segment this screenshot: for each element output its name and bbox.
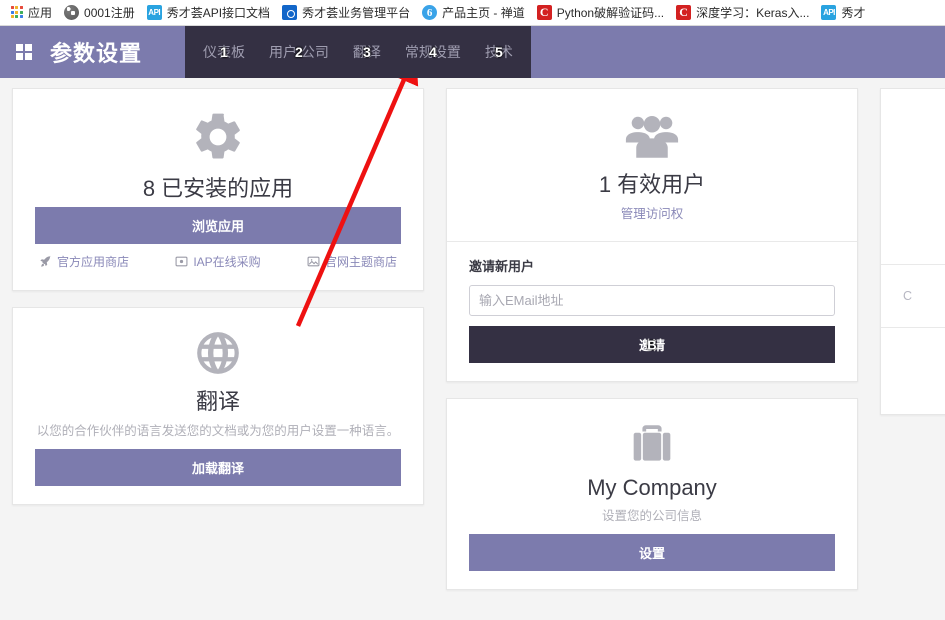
users-body: 1 有效用户 管理访问权	[447, 89, 857, 241]
bookmark-label: 秀才荟API接口文档	[166, 5, 271, 20]
nav-item-general-settings[interactable]: 常规设置 4	[393, 26, 473, 78]
main-content: 8 已安装的应用 浏览应用 官方应用商店 IAP在线采购 官网主题商店 翻译 以…	[0, 78, 945, 620]
nav-item-technical[interactable]: 技术 5	[473, 26, 525, 78]
installed-apps-card: 8 已安装的应用 浏览应用 官方应用商店 IAP在线采购 官网主题商店	[12, 88, 424, 291]
invite-section: 邀请新用户 邀请 B	[447, 242, 857, 381]
nav-item-dashboard[interactable]: 仪表板 1	[191, 26, 257, 78]
iap-purchase-link[interactable]: IAP在线采购	[175, 253, 261, 270]
csdn-icon: C	[536, 5, 552, 20]
bookmark-api-doc[interactable]: API 秀才荟API接口文档	[143, 2, 278, 24]
company-subtitle: 设置您的公司信息	[601, 509, 702, 523]
social-partial-text: C	[903, 289, 913, 303]
bookmark-business-platform[interactable]: 秀才荟业务管理平台	[278, 2, 418, 24]
browse-apps-button[interactable]: 浏览应用	[35, 207, 401, 244]
users-card: 1 有效用户 管理访问权 邀请新用户 邀请 B	[446, 88, 858, 382]
nav-item-label: 用户 公司	[269, 44, 329, 60]
social-text-area: C	[881, 265, 945, 327]
link-label: 官网主题商店	[324, 255, 397, 269]
nav-item-label: 翻译	[352, 44, 381, 60]
browser-bookmarks-bar: 应用 0001注册 API 秀才荟API接口文档 秀才荟业务管理平台 产品主页 …	[0, 0, 945, 26]
users-title: 1 有效用户	[598, 172, 706, 197]
link-label: 官方应用商店	[57, 255, 130, 269]
link-label: IAP在线采购	[193, 255, 261, 269]
translate-body: 翻译 以您的合作伙伴的语言发送您的文档或为您的用户设置一种语言。 加载翻译	[13, 308, 423, 504]
bookmark-label: 秀才	[841, 5, 866, 20]
company-settings-button[interactable]: 设置	[469, 534, 835, 571]
bookmark-zentao[interactable]: 产品主页 - 禅道	[418, 2, 533, 24]
bookmark-keras[interactable]: C 深度学习：Keras入...	[672, 2, 817, 24]
company-title: My Company	[587, 475, 717, 500]
invite-button[interactable]: 邀请 B	[469, 326, 835, 363]
gear-icon	[35, 109, 401, 165]
api-icon: API	[821, 5, 837, 20]
manage-access-link[interactable]: 管理访问权	[621, 207, 684, 221]
official-app-store-link[interactable]: 官方应用商店	[39, 253, 129, 270]
company-body: My Company 设置您的公司信息 设置	[447, 399, 857, 589]
column-right: C	[880, 88, 945, 415]
apps-grid-icon	[10, 6, 23, 19]
globe-icon	[35, 328, 401, 378]
nav-item-label: 常规设置	[404, 44, 461, 60]
page-title: 参数设置	[50, 41, 143, 66]
globe-icon	[64, 5, 80, 20]
top-bar-filler	[530, 26, 945, 78]
camera-icon	[282, 5, 298, 20]
card-columns: 8 已安装的应用 浏览应用 官方应用商店 IAP在线采购 官网主题商店 翻译 以…	[0, 88, 945, 590]
app-store-links: 官方应用商店 IAP在线采购 官网主题商店	[35, 244, 401, 272]
company-card: My Company 设置您的公司信息 设置	[446, 398, 858, 590]
api-icon: API	[146, 5, 162, 20]
translate-subtitle: 以您的合作伙伴的语言发送您的文档或为您的用户设置一种语言。	[36, 424, 400, 438]
social-footer-area	[881, 328, 945, 414]
nav-item-users-companies[interactable]: 用户 公司 2	[257, 26, 341, 78]
nav-item-label: 技术	[484, 44, 513, 60]
translate-title: 翻译	[195, 389, 240, 414]
image-icon	[307, 255, 320, 268]
installed-apps-body: 8 已安装的应用 浏览应用 官方应用商店 IAP在线采购 官网主题商店	[13, 89, 423, 290]
bookmark-label: 秀才荟业务管理平台	[302, 5, 411, 20]
app-top-bar: 参数设置 仪表板 1 用户 公司 2 翻译 3 常规设置 4 技术 5	[0, 26, 945, 78]
users-icon	[469, 109, 835, 161]
bookmark-label: 产品主页 - 禅道	[442, 5, 525, 20]
nav-item-translations[interactable]: 翻译 3	[341, 26, 393, 78]
bookmark-python-captcha[interactable]: C Python破解验证码...	[533, 2, 672, 24]
social-card: C	[880, 88, 945, 415]
invite-email-input[interactable]	[469, 285, 835, 316]
rocket-icon	[39, 255, 52, 268]
bookmark-0001注册[interactable]: 0001注册	[60, 2, 143, 24]
zentao-icon	[422, 5, 438, 20]
installed-apps-title: 8 已安装的应用	[142, 176, 294, 201]
csdn-icon: C	[676, 5, 692, 20]
column-left: 8 已安装的应用 浏览应用 官方应用商店 IAP在线采购 官网主题商店 翻译 以…	[12, 88, 424, 505]
main-nav: 仪表板 1 用户 公司 2 翻译 3 常规设置 4 技术 5	[185, 26, 531, 78]
apps-grid-icon[interactable]	[16, 44, 32, 60]
bookmark-label: 应用	[28, 5, 53, 20]
brand-area: 参数设置	[0, 26, 185, 78]
bookmark-label: 0001注册	[84, 5, 135, 20]
briefcase-icon	[469, 419, 835, 469]
coin-icon	[175, 255, 188, 268]
bookmark-apps[interactable]: 应用	[6, 2, 60, 24]
bookmark-label: 深度学习：Keras入...	[696, 5, 810, 20]
column-middle: 1 有效用户 管理访问权 邀请新用户 邀请 B	[446, 88, 858, 590]
theme-store-link[interactable]: 官网主题商店	[307, 253, 397, 270]
invite-button-label: 邀请	[638, 338, 665, 353]
translate-card: 翻译 以您的合作伙伴的语言发送您的文档或为您的用户设置一种语言。 加载翻译	[12, 307, 424, 505]
social-icon-area	[881, 89, 945, 264]
load-translation-button[interactable]: 加载翻译	[35, 449, 401, 486]
nav-item-label: 仪表板	[203, 44, 245, 60]
bookmark-label: Python破解验证码...	[556, 5, 665, 20]
bookmark-xiucai[interactable]: API 秀才	[817, 2, 873, 24]
invite-label: 邀请新用户	[469, 259, 535, 274]
